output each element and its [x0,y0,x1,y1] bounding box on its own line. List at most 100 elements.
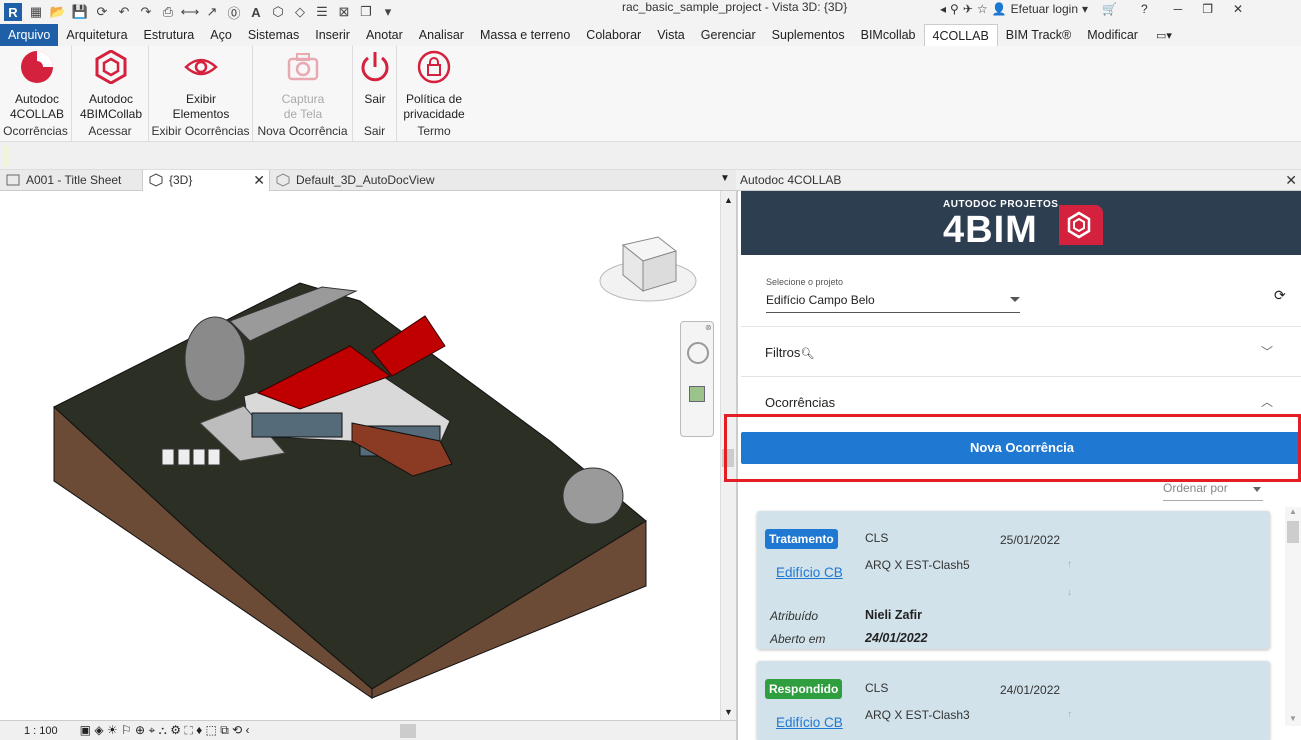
captura-de-tela-button[interactable]: Captura de Tela [273,50,333,122]
dimension-icon[interactable]: ↗ [202,3,222,21]
list-scrollbar[interactable]: ▲ ▼ [1285,507,1301,726]
undo-icon[interactable]: ↶ [114,3,134,21]
minimize-icon[interactable]: ─ [1174,2,1183,16]
close-window-icon[interactable]: ✕ [1233,2,1243,16]
3d-view-icon[interactable]: ⬡ [268,3,288,21]
refresh-icon[interactable]: ⟳ [1274,287,1286,304]
tab-4collab[interactable]: 4COLLAB [923,24,998,46]
back-icon[interactable]: ◂ [940,2,946,16]
home-icon[interactable]: ▦ [26,3,46,21]
autodoc-4bimcollab-button[interactable]: Autodoc 4BIMCollab [78,49,144,122]
panel-label: Ocorrências [3,124,68,138]
revit-logo-icon[interactable]: R [4,3,22,21]
arrow-down-icon[interactable]: ↓ [1067,587,1072,598]
cart-icon[interactable]: 🛒 [1102,2,1117,16]
button-label: Exibir [185,92,216,106]
panel-label: Nova Ocorrência [257,124,348,138]
close-pane-icon[interactable]: ✕ [1285,170,1297,191]
tab-arquivo[interactable]: Arquivo [0,24,59,46]
occurrence-card[interactable]: Respondido CLS 24/01/2022 Edifício CB AR… [757,661,1270,740]
exibir-elementos-button[interactable]: Exibir Elementos [169,50,233,122]
binoculars-icon[interactable]: ⚲ [950,2,959,16]
text-icon[interactable]: A [246,3,266,21]
sync-icon[interactable]: ⟳ [92,3,112,21]
project-link[interactable]: Edifício CB [776,565,843,580]
open-icon[interactable]: 📂 [48,3,68,21]
redo-icon[interactable]: ↷ [136,3,156,21]
button-label: Autodoc [14,92,60,106]
close-hidden-icon[interactable]: ⊠ [334,3,354,21]
thin-lines-icon[interactable]: ☰ [312,3,332,21]
customize-icon[interactable]: ▾ [378,3,398,21]
close-navbar-icon[interactable]: ⊗ [705,323,712,332]
tab-suplementos[interactable]: Suplementos [764,24,853,46]
occurrence-name: ARQ X EST-Clash5 [865,558,970,572]
tab-arquitetura[interactable]: Arquitetura [58,24,135,46]
help-icon[interactable]: ? [1141,2,1148,16]
tab-vista[interactable]: Vista [649,24,693,46]
restore-icon[interactable]: ❐ [1202,2,1213,16]
arrow-up-icon[interactable]: ↑ [1067,709,1072,720]
scroll-up-icon[interactable]: ▲ [1289,507,1297,516]
tab-aco[interactable]: Aço [202,24,240,46]
viewcube[interactable] [598,231,698,311]
status-badge: Respondido [765,679,843,699]
measure-icon[interactable]: ⟷ [180,3,200,21]
detail-level-icon[interactable]: ▣ ◈ ☀ ⚐ ⊕ ⌖ ⛬ ⚙ ⛶ ♦ ⬚ ⧉ ⟲ ‹ [80,723,250,738]
project-link[interactable]: Edifício CB [776,715,843,730]
tag-icon[interactable]: ⓪ [224,3,244,21]
tab-sistemas[interactable]: Sistemas [240,24,307,46]
chevron-down-icon: ﹀ [1260,345,1273,359]
satellite-icon[interactable]: ✈ [963,2,973,16]
close-tab-icon[interactable]: ✕ [253,170,265,191]
chevron-down-icon[interactable]: ▾ [1082,2,1088,16]
arrow-up-icon[interactable]: ↑ [1067,559,1072,570]
occurrence-card[interactable]: Tratamento CLS 25/01/2022 Edifício CB AR… [757,511,1270,649]
tab-analisar[interactable]: Analisar [411,24,472,46]
zoom-icon[interactable] [689,386,705,402]
save-icon[interactable]: 💾 [70,3,90,21]
panel-label: Acessar [88,124,132,138]
button-label: Captura [281,92,325,106]
steering-wheel-icon[interactable] [687,342,709,364]
section-icon[interactable]: ◇ [290,3,310,21]
sheet-icon [6,174,20,186]
occurrence-type: CLS [865,531,889,545]
4collab-logo-icon [21,51,53,83]
print-icon[interactable]: ⎙ [158,3,178,21]
view-tab-autodocview[interactable]: Default_3D_AutoDocView [270,170,470,191]
panel-toggle-icon[interactable]: ▭▾ [1156,29,1172,42]
star-icon[interactable]: ☆ [977,2,988,16]
sair-button[interactable]: Sair [357,50,393,107]
tab-massa[interactable]: Massa e terreno [472,24,578,46]
tabs-dropdown-icon[interactable]: ▼ [720,173,730,184]
tab-gerenciar[interactable]: Gerenciar [693,24,764,46]
tab-modificar[interactable]: Modificar [1079,24,1146,46]
scale-label[interactable]: 1 : 100 [24,725,58,737]
politica-privacidade-button[interactable]: Política de privacidade [399,50,469,122]
button-label: Sair [364,92,386,106]
scroll-down-icon[interactable]: ▼ [1289,714,1297,723]
ordenar-por-select[interactable]: Ordenar por [1163,481,1263,501]
panel-nova-ocorrencia: Captura de Tela Nova Ocorrência [253,46,353,142]
scroll-up-icon[interactable]: ▲ [724,195,733,205]
tab-anotar[interactable]: Anotar [358,24,411,46]
tab-bimtrack[interactable]: BIM Track® [998,24,1079,46]
switch-windows-icon[interactable]: ❐ [356,3,376,21]
tab-bimcollab[interactable]: BIMcollab [853,24,924,46]
tab-estrutura[interactable]: Estrutura [136,24,203,46]
scroll-thumb[interactable] [1287,521,1299,543]
user-icon[interactable]: 👤 [992,2,1007,16]
tab-colaborar[interactable]: Colaborar [578,24,649,46]
filtros-section[interactable]: Filtros🔍︎ ﹀ [741,326,1301,376]
horizontal-scroll-thumb[interactable] [399,723,416,738]
button-label: de Tela [283,107,323,121]
tab-inserir[interactable]: Inserir [307,24,358,46]
3d-viewport[interactable]: ⊗ [0,191,720,720]
view-tab-3d[interactable]: {3D} ✕ [142,170,270,191]
autodoc-4collab-button[interactable]: Autodoc 4COLLAB [8,50,66,122]
project-select[interactable]: Edifício Campo Belo [766,291,1020,313]
login-link[interactable]: Efetuar login [1011,2,1078,16]
view-tab-title-sheet[interactable]: A001 - Title Sheet [0,170,142,191]
scroll-down-icon[interactable]: ▼ [724,707,733,717]
